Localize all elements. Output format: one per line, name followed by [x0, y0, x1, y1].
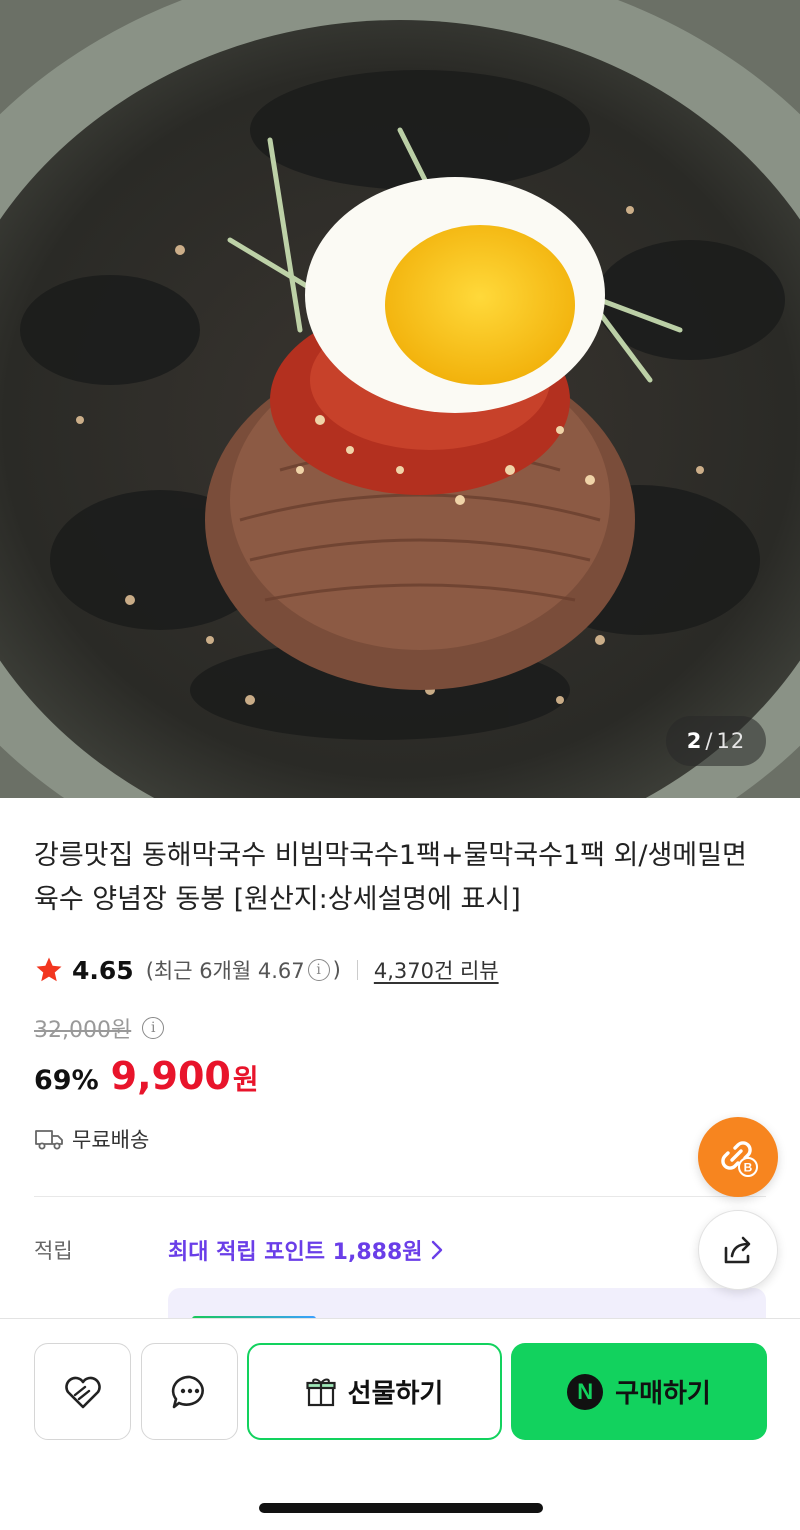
rating-row: 4.65 (최근 6개월 4.67 i ) 4,370건 리뷰: [34, 952, 499, 988]
original-price-row: 32,000원 i: [34, 1012, 167, 1044]
reward-points-text: 최대 적립 포인트 1,888원: [168, 1240, 423, 1265]
star-icon: [36, 957, 62, 982]
review-count-link[interactable]: 4,370건 리뷰: [374, 955, 499, 985]
original-price: 32,000원: [34, 1018, 132, 1043]
share-button[interactable]: [698, 1210, 778, 1290]
share-icon: [724, 1236, 751, 1264]
reward-row: 적립 최대 적립 포인트 1,888원: [34, 1234, 443, 1266]
recent-rating: (최근 6개월 4.67: [145, 959, 305, 983]
info-icon[interactable]: i: [307, 959, 330, 981]
image-counter: 2 / 12: [666, 716, 766, 766]
wishlist-button[interactable]: [34, 1343, 131, 1440]
truck-icon: [35, 1130, 63, 1150]
naver-pay-icon: N: [567, 1373, 604, 1410]
home-indicator: [259, 1503, 543, 1513]
svg-text:B: B: [744, 1161, 753, 1175]
image-counter-separator: /: [705, 729, 714, 753]
reward-label: 적립: [34, 1239, 73, 1263]
section-divider: [34, 1196, 766, 1197]
recent-rating-close: ): [332, 958, 341, 982]
reward-points-link[interactable]: 최대 적립 포인트 1,888원: [168, 1234, 443, 1266]
image-counter-current: 2: [686, 729, 703, 753]
shipping-row: 무료배송: [34, 1124, 149, 1154]
image-counter-total: 12: [716, 729, 746, 753]
link-b-icon: B: [721, 1141, 758, 1177]
chevron-right-icon: [431, 1240, 442, 1260]
buy-button[interactable]: N 구매하기: [511, 1343, 767, 1440]
bottom-action-bar: 선물하기 N 구매하기: [0, 1318, 800, 1530]
price-info-icon[interactable]: i: [142, 1017, 165, 1039]
chat-bubble-icon: [171, 1375, 204, 1408]
heart-icon: [64, 1376, 101, 1408]
link-share-button[interactable]: B: [698, 1117, 778, 1197]
discount-rate: 69%: [34, 1065, 99, 1096]
product-title: 강릉맛집 동해막국수 비빔막국수1팩+물막국수1팩 외/생메밀면 육수 양념장 …: [34, 840, 747, 915]
noodle-bowl-photo: [0, 0, 800, 798]
rating-score: 4.65: [72, 955, 134, 985]
gift-button-label: 선물하기: [347, 1379, 444, 1409]
sale-price-row: 69% 9,900 원: [34, 1054, 259, 1098]
gift-button[interactable]: 선물하기: [247, 1343, 502, 1440]
rating-divider: [356, 960, 358, 980]
chat-inquiry-button[interactable]: [141, 1343, 238, 1440]
product-image[interactable]: 2 / 12: [0, 0, 800, 798]
buy-button-label: 구매하기: [615, 1379, 711, 1409]
sale-price-unit: 원: [232, 1063, 259, 1096]
shipping-label: 무료배송: [72, 1128, 150, 1152]
gift-icon: [306, 1378, 336, 1406]
sale-price: 9,900: [110, 1054, 231, 1098]
